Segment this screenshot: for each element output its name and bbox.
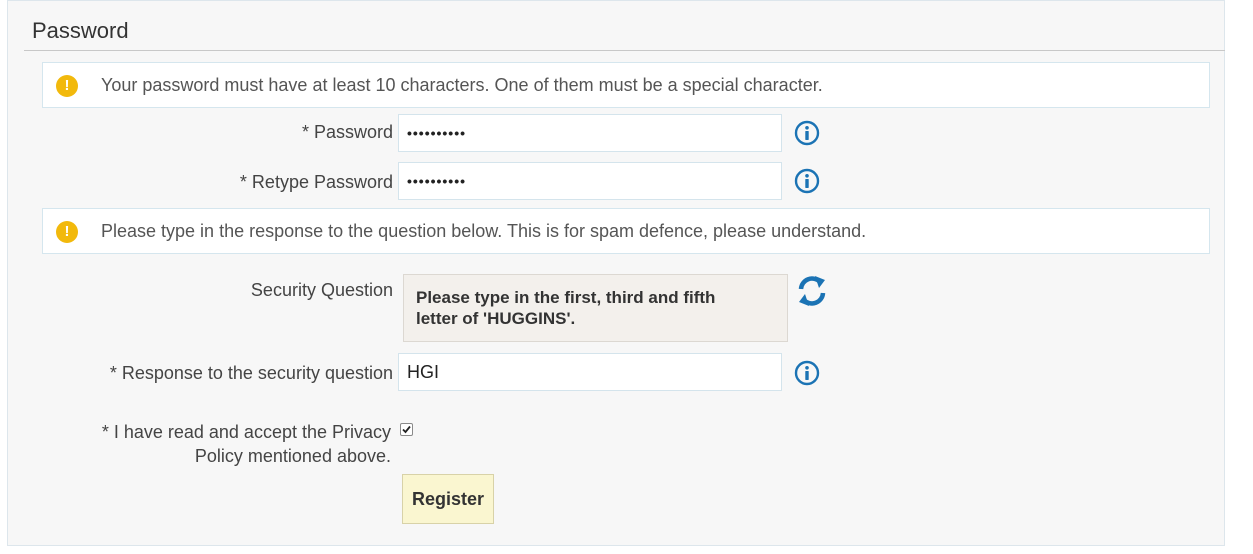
notice-warning-icon: ! — [56, 75, 78, 97]
response-label: * Response to the security question — [109, 363, 393, 383]
privacy-label: * I have read and accept the Privacy Pol… — [102, 420, 391, 468]
section-header: Password — [24, 8, 1225, 51]
info-circle-icon[interactable] — [794, 120, 820, 146]
notice-text: Your password must have at least 10 char… — [101, 75, 823, 95]
security-question-box: Please type in the first, third and fift… — [403, 274, 788, 342]
security-question-line1: Please type in the first, third and fift… — [416, 288, 716, 307]
retype-password-label: * Retype Password — [239, 172, 393, 192]
password-input[interactable]: •••••••••• — [398, 114, 782, 152]
privacy-checkbox[interactable] — [400, 423, 413, 436]
privacy-label-line1: * I have read and accept the Privacy — [101, 422, 391, 442]
refresh-icon[interactable] — [795, 274, 829, 308]
notice-text: Please type in the response to the quest… — [101, 221, 867, 241]
security-question-line2: letter of 'HUGGINS'. — [416, 309, 576, 328]
password-rule-notice: ! Your password must have at least 10 ch… — [42, 62, 1210, 108]
register-button[interactable]: Register — [402, 474, 494, 524]
section-title: Password — [32, 18, 129, 43]
security-question-label: Security Question — [250, 280, 393, 300]
info-circle-icon[interactable] — [794, 360, 820, 386]
password-label: * Password — [301, 122, 393, 142]
retype-password-input[interactable]: •••••••••• — [398, 162, 782, 200]
check-icon — [402, 425, 411, 434]
info-circle-icon[interactable] — [794, 168, 820, 194]
spam-notice: ! Please type in the response to the que… — [42, 208, 1210, 254]
privacy-label-line2: Policy mentioned above. — [194, 446, 391, 466]
notice-warning-icon: ! — [56, 221, 78, 243]
response-input[interactable]: HGI — [398, 353, 782, 391]
